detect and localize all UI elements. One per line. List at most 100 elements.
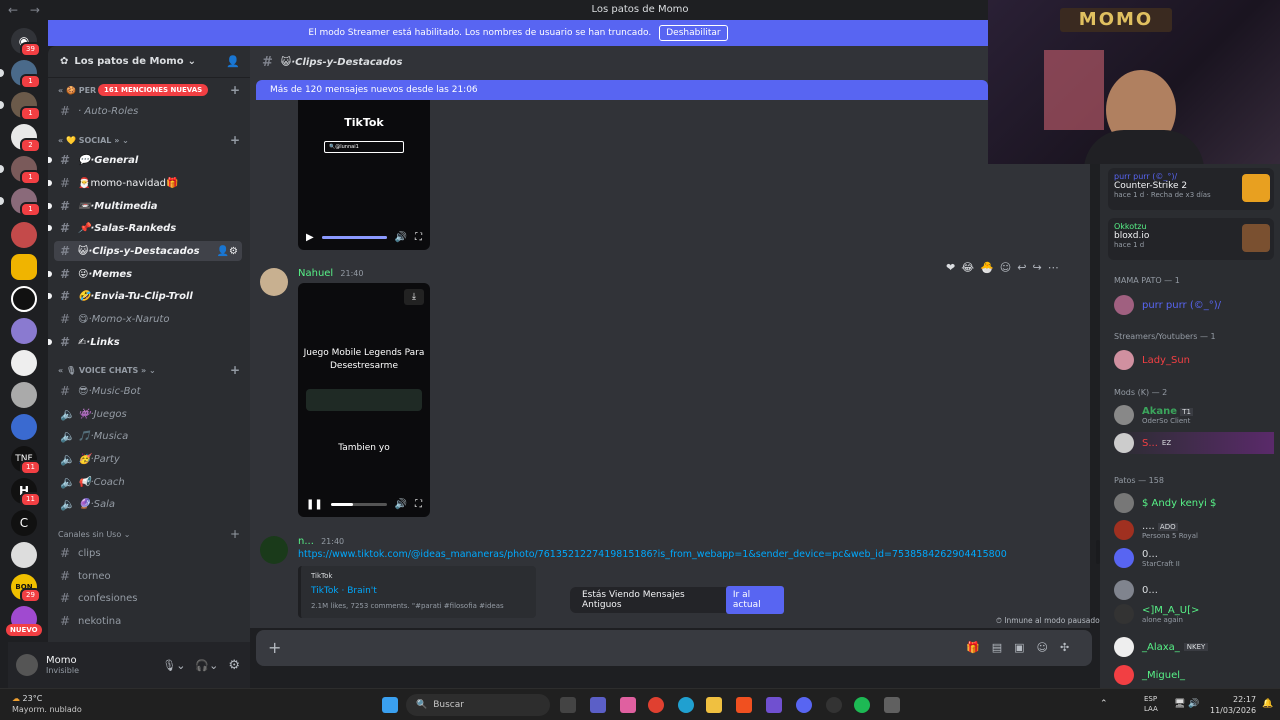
server-icon[interactable]: C (11, 510, 37, 536)
brave-icon[interactable] (736, 697, 752, 713)
reaction-icon[interactable]: 🐣 (980, 261, 994, 274)
channel-links[interactable]: # ✍ ·Links (48, 332, 242, 352)
add-channel-icon[interactable]: + (230, 133, 240, 147)
taskbar-search[interactable]: 🔍 Buscar (406, 694, 550, 716)
server-icon[interactable] (11, 286, 37, 312)
voice-coach[interactable]: 🔈 📢 ·Coach (54, 472, 242, 492)
calculator-icon[interactable] (884, 697, 900, 713)
member-item[interactable]: _Miguel_ (1114, 664, 1274, 686)
settings-gear-icon[interactable]: ⚙ (228, 658, 240, 673)
author-name[interactable]: Nahuel (298, 268, 333, 279)
channel-music-bot[interactable]: # 😎 ·Music-Bot (54, 381, 242, 401)
explorer-icon[interactable] (706, 697, 722, 713)
server-header[interactable]: ✿ Los patos de Momo ⌄ 👤 (48, 46, 250, 78)
gif-icon[interactable]: ▤ (992, 641, 1002, 654)
microphone-icon[interactable]: 🎙⌄ (162, 659, 185, 672)
new-messages-bar[interactable]: Más de 120 mensajes nuevos desde las 21:… (256, 80, 988, 100)
member-item[interactable]: <]M_A_U[> alone again (1114, 603, 1274, 625)
edge-icon[interactable] (678, 697, 694, 713)
voice-musica[interactable]: 🔈 🎵 ·Musica (54, 426, 242, 446)
channel-torneo[interactable]: # torneo (54, 566, 242, 586)
channel-auto-roles[interactable]: # · Auto-Roles (54, 101, 242, 121)
member-item[interactable]: .... ADO Persona 5 Royal (1114, 519, 1274, 541)
video-embed[interactable]: ⤓ Juego Mobile Legends Para Desestresarm… (298, 283, 430, 517)
forward-icon[interactable]: ↪ (1032, 261, 1041, 274)
start-icon[interactable] (382, 697, 398, 713)
member-item[interactable]: $ Andy kenyi $ (1114, 492, 1274, 514)
notifications-icon[interactable]: 🔔 (1262, 699, 1273, 709)
server-icon[interactable] (11, 414, 37, 440)
task-view-icon[interactable] (560, 697, 576, 713)
category-social[interactable]: « 💛 SOCIAL » ⌄ + (58, 133, 240, 147)
laugh-reaction-icon[interactable]: 😂 (961, 261, 974, 274)
member-item[interactable]: Lady_Sun (1114, 349, 1274, 371)
channel-clips[interactable]: # clips (54, 543, 242, 563)
heart-reaction-icon[interactable]: ❤ (946, 261, 955, 274)
member-item[interactable]: 0... StarCraft II (1114, 547, 1274, 569)
channel-memes[interactable]: # 😜 ·Memes (48, 264, 242, 284)
tray-chevron-icon[interactable]: ⌃ (1100, 699, 1108, 709)
embed-title[interactable]: TikTok · Brain't (311, 586, 526, 596)
spotify-icon[interactable] (854, 697, 870, 713)
add-attachment-icon[interactable]: + (268, 638, 281, 657)
discord-home-icon[interactable]: ◉ 39 (11, 28, 41, 57)
member-item[interactable]: purr purr (©_°)/ (1114, 294, 1274, 316)
server-icon[interactable] (11, 222, 37, 248)
gift-icon[interactable]: 🎁 (966, 641, 980, 654)
add-channel-icon[interactable]: + (230, 527, 240, 541)
channel-momo-x-naruto[interactable]: # 😋 ·Momo-x-Naruto (54, 309, 242, 329)
author-name[interactable]: n... (298, 536, 314, 547)
copilot-icon[interactable] (620, 697, 636, 713)
play-icon[interactable]: ▶ (306, 232, 314, 243)
network-volume-icon[interactable]: 🖥 🔊 (1174, 699, 1200, 709)
fullscreen-icon[interactable]: ⛶ (415, 499, 422, 510)
apps-icon[interactable]: ✣ (1060, 641, 1069, 654)
channel-salas-rankeds[interactable]: # 📌 ·Salas-Rankeds (48, 218, 242, 238)
language-indicator[interactable]: ESP LAA (1144, 694, 1158, 714)
server-icon[interactable] (11, 254, 37, 280)
category-unused[interactable]: Canales sin Uso ⌄ + (58, 527, 240, 541)
discord-icon[interactable] (796, 697, 812, 713)
server-icon[interactable]: H 11 (11, 478, 41, 507)
activity-card[interactable]: Okkotzu bloxd.io hace 1 d (1108, 218, 1274, 260)
jump-to-present-button[interactable]: Ir al actual (725, 586, 784, 614)
clock[interactable]: 22:17 11/03/2026 (1210, 694, 1256, 716)
activity-card[interactable]: purr purr (©_°)/ Counter-Strike 2 hace 1… (1108, 168, 1274, 210)
avatar[interactable] (260, 268, 288, 296)
reply-icon[interactable]: ↩ (1017, 261, 1026, 274)
server-icon[interactable]: TNF 11 (11, 446, 41, 475)
headphones-icon[interactable]: 🎧⌄ (195, 659, 218, 672)
channel-nekotina[interactable]: # nekotina (54, 611, 242, 631)
avatar[interactable] (260, 536, 288, 564)
weather-widget[interactable]: ☁ 23°C Mayorm. nublado (12, 693, 82, 715)
member-item[interactable]: Akane T1 OderSo Client (1114, 404, 1274, 426)
avatar[interactable] (16, 654, 38, 676)
server-icon[interactable]: 1 (0, 156, 41, 185)
server-icon[interactable]: 1 (0, 188, 41, 217)
add-channel-icon[interactable]: + (230, 363, 240, 377)
server-icon[interactable] (11, 382, 37, 408)
message-link[interactable]: https://www.tiktok.com/@ideas_mananeras/… (298, 549, 1078, 560)
channel-confesiones[interactable]: # confesiones (54, 588, 242, 608)
download-icon[interactable]: ⤓ (404, 289, 424, 305)
chrome-icon[interactable] (648, 697, 664, 713)
server-icon[interactable]: 2 (11, 124, 41, 153)
channel-clips-y-destacados[interactable]: # 😺 ·Clips-y-Destacados 👤⚙ (54, 241, 242, 261)
voice-party[interactable]: 🔈 🥳 ·Party (54, 449, 242, 469)
server-icon[interactable] (11, 542, 37, 568)
progress-bar[interactable] (321, 235, 387, 239)
channel-general[interactable]: # 💬 ·General (48, 150, 242, 170)
member-item[interactable]: 0... (1114, 579, 1274, 601)
pause-icon[interactable]: ❚❚ (306, 499, 323, 510)
sticker-icon[interactable]: ▣ (1014, 641, 1024, 654)
server-icon[interactable] (11, 318, 37, 344)
voice-juegos[interactable]: 🔈 👾 ·Juegos (54, 404, 242, 424)
obs-icon[interactable] (826, 697, 842, 713)
channel-multimedia[interactable]: # 📼 ·Multimedia (48, 196, 242, 216)
teams-icon[interactable] (590, 697, 606, 713)
category-voice[interactable]: « 🎙 VOICE CHATS » ⌄ + (58, 363, 240, 377)
server-icon[interactable]: BON 29 (11, 574, 41, 603)
mentions-pill[interactable]: 161 MENCIONES NUEVAS (98, 84, 209, 96)
server-icon[interactable]: 1 (0, 92, 41, 121)
volume-icon[interactable]: 🔊 (395, 499, 407, 510)
